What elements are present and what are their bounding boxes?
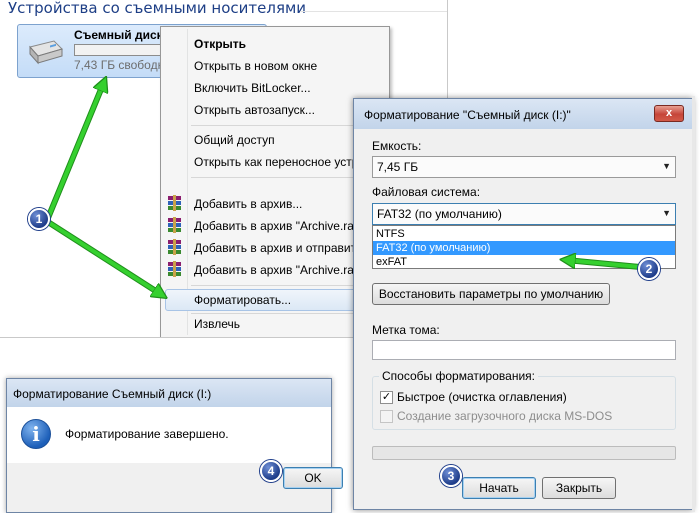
format-progress-bar (372, 446, 676, 460)
menu-item-add-archive[interactable]: Добавить в архив... (194, 197, 302, 211)
menu-item-bitlocker[interactable]: Включить BitLocker... (194, 81, 311, 95)
volume-label-input[interactable] (372, 340, 676, 360)
menu-item-eject[interactable]: Извлечь (194, 317, 240, 331)
menu-item-open[interactable]: Открыть (194, 37, 246, 51)
filesystem-label: Файловая система: (372, 185, 481, 199)
step-badge-1: 1 (28, 208, 50, 230)
menu-item-format[interactable]: Форматировать... (194, 293, 291, 307)
group-title: Устройства со съемными носителями (8, 0, 307, 17)
filesystem-option-exfat[interactable]: exFAT (373, 255, 675, 269)
step-badge-2: 2 (638, 258, 660, 280)
restore-defaults-button[interactable]: Восстановить параметры по умолчанию (372, 283, 610, 305)
info-icon: i (21, 419, 51, 449)
capacity-value: 7,45 ГБ (377, 160, 419, 174)
info-dialog-titlebar: Форматирование Съемный диск (I:) (7, 379, 331, 407)
msdos-checkbox[interactable] (380, 410, 393, 423)
ok-button[interactable]: OK (283, 467, 343, 489)
drive-name: Съемный диск (74, 28, 163, 42)
quick-format-checkbox[interactable]: ✓ (380, 391, 393, 404)
menu-item-autoplay[interactable]: Открыть автозапуск... (194, 103, 315, 117)
menu-item-open-new-window[interactable]: Открыть в новом окне (194, 59, 317, 73)
group-divider (300, 11, 447, 12)
format-dialog-body: Емкость: 7,45 ГБ ▼ Файловая система: FAT… (360, 129, 686, 505)
msdos-label: Создание загрузочного диска MS-DOS (397, 409, 613, 423)
start-button[interactable]: Начать (462, 477, 536, 499)
filesystem-select[interactable]: FAT32 (по умолчанию) ▼ (372, 203, 676, 225)
capacity-label: Емкость: (372, 139, 422, 153)
winrar-icon (168, 217, 181, 233)
quick-format-label: Быстрое (очистка оглавления) (397, 390, 567, 404)
filesystem-option-ntfs[interactable]: NTFS (373, 227, 675, 241)
winrar-icon (168, 239, 181, 255)
format-options-group-label: Способы форматирования: (379, 369, 538, 383)
format-complete-dialog: Форматирование Съемный диск (I:) i Форма… (6, 378, 343, 513)
info-dialog-message-area: i Форматирование завершено. (7, 407, 331, 463)
step-badge-4: 4 (260, 460, 282, 482)
window-shadow-edge (692, 96, 695, 512)
step-badge-3: 3 (440, 465, 462, 487)
capacity-select[interactable]: 7,45 ГБ ▼ (372, 156, 676, 178)
drive-free-space: 7,43 ГБ свободн (74, 58, 165, 72)
menu-item-add-archive-send[interactable]: Добавить в архив и отправит (194, 241, 356, 255)
info-dialog-message: Форматирование завершено. (65, 427, 229, 441)
chevron-down-icon: ▼ (662, 161, 671, 171)
filesystem-dropdown-list: NTFS FAT32 (по умолчанию) exFAT (372, 225, 676, 269)
menu-item-add-archive-rar-send[interactable]: Добавить в архив "Archive.rar (194, 263, 358, 277)
volume-label-label: Метка тома: (372, 323, 440, 337)
chevron-down-icon: ▼ (662, 208, 671, 218)
info-dialog-title: Форматирование Съемный диск (I:) (13, 387, 212, 401)
winrar-icon (168, 195, 181, 211)
close-icon[interactable]: x (654, 105, 684, 122)
format-dialog: Форматирование "Съемный диск (I:)" x Емк… (353, 98, 693, 510)
winrar-icon (168, 261, 181, 277)
filesystem-value: FAT32 (по умолчанию) (377, 207, 502, 221)
menu-item-share[interactable]: Общий доступ (194, 133, 275, 147)
filesystem-option-fat32[interactable]: FAT32 (по умолчанию) (373, 241, 675, 255)
format-dialog-title: Форматирование "Съемный диск (I:)" (364, 108, 571, 122)
removable-drive-icon (29, 40, 63, 65)
format-dialog-titlebar: Форматирование "Съемный диск (I:)" x (354, 99, 692, 129)
menu-item-open-portable[interactable]: Открыть как переносное устр (194, 155, 358, 169)
close-button[interactable]: Закрыть (542, 477, 616, 499)
menu-item-add-archive-rar[interactable]: Добавить в архив "Archive.rar (194, 219, 358, 233)
